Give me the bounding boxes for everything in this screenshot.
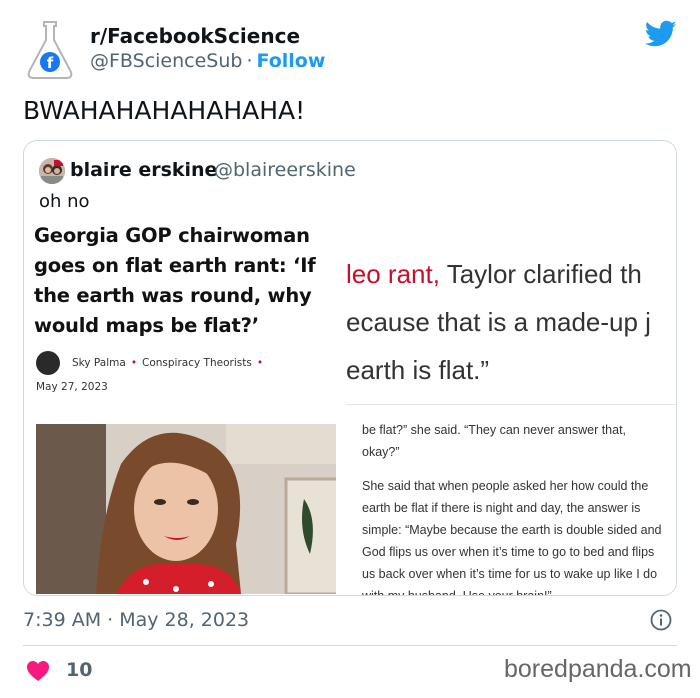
quoted-text: oh no bbox=[39, 191, 90, 212]
quote-line-1: leo rant, Taylor clarified th bbox=[346, 259, 642, 290]
tweet-text: BWAHAHAHAHAHAHA! bbox=[23, 96, 306, 125]
article-headline: Georgia GOP chairwoman goes on flat eart… bbox=[34, 224, 316, 337]
article-author: Sky Palma bbox=[72, 357, 126, 369]
bullet: • bbox=[130, 357, 138, 369]
quoted-name[interactable]: blaire erskine bbox=[70, 159, 217, 181]
quote-line-3: earth is flat.” bbox=[346, 355, 490, 385]
bullet: • bbox=[256, 357, 264, 369]
article-category: Conspiracy Theorists bbox=[142, 357, 252, 369]
svg-text:f: f bbox=[47, 54, 54, 72]
quoted-tweet[interactable]: blaire erskine @blaireerskine oh no Geor… bbox=[23, 140, 677, 596]
tweet-timestamp[interactable]: 7:39 AM · May 28, 2023 bbox=[23, 609, 249, 631]
quoted-handle[interactable]: @blaireerskine bbox=[214, 159, 356, 181]
follow-button[interactable]: Follow bbox=[257, 50, 326, 72]
quote-line-1-highlight: leo rant, bbox=[346, 259, 440, 289]
quoted-avatar-icon[interactable] bbox=[39, 158, 65, 184]
account-name[interactable]: r/FacebookScience bbox=[90, 24, 300, 48]
article-quote-panel: leo rant, Taylor clarified th ecause tha… bbox=[346, 221, 676, 596]
info-icon[interactable] bbox=[650, 609, 672, 631]
like-count: 10 bbox=[66, 659, 93, 681]
heart-icon[interactable] bbox=[26, 660, 50, 682]
quoted-article-image[interactable]: Georgia GOP chairwoman goes on flat eart… bbox=[24, 221, 676, 596]
panel-divider bbox=[346, 404, 676, 405]
woman-photo bbox=[36, 424, 336, 594]
article-byline: Sky Palma • Conspiracy Theorists • bbox=[72, 357, 268, 369]
article-paragraph-2: She said that when people asked her how … bbox=[362, 479, 662, 596]
watermark: boredpanda.com bbox=[504, 655, 692, 683]
account-handle-row: @FBScienceSub · Follow bbox=[90, 50, 325, 72]
author-avatar-icon bbox=[36, 351, 60, 375]
quote-line-1-rest: Taylor clarified th bbox=[439, 259, 642, 289]
article-paragraph-1: be flat?” she said. “They can never answ… bbox=[362, 423, 627, 459]
quote-line-2: ecause that is a made-up j bbox=[346, 307, 651, 337]
footer-divider bbox=[23, 645, 677, 646]
profile-avatar-icon[interactable]: f bbox=[22, 18, 78, 82]
account-handle[interactable]: @FBScienceSub bbox=[90, 50, 242, 72]
separator-dot: · bbox=[246, 50, 253, 72]
article-date: May 27, 2023 bbox=[36, 381, 108, 393]
twitter-bird-icon[interactable] bbox=[644, 20, 677, 48]
